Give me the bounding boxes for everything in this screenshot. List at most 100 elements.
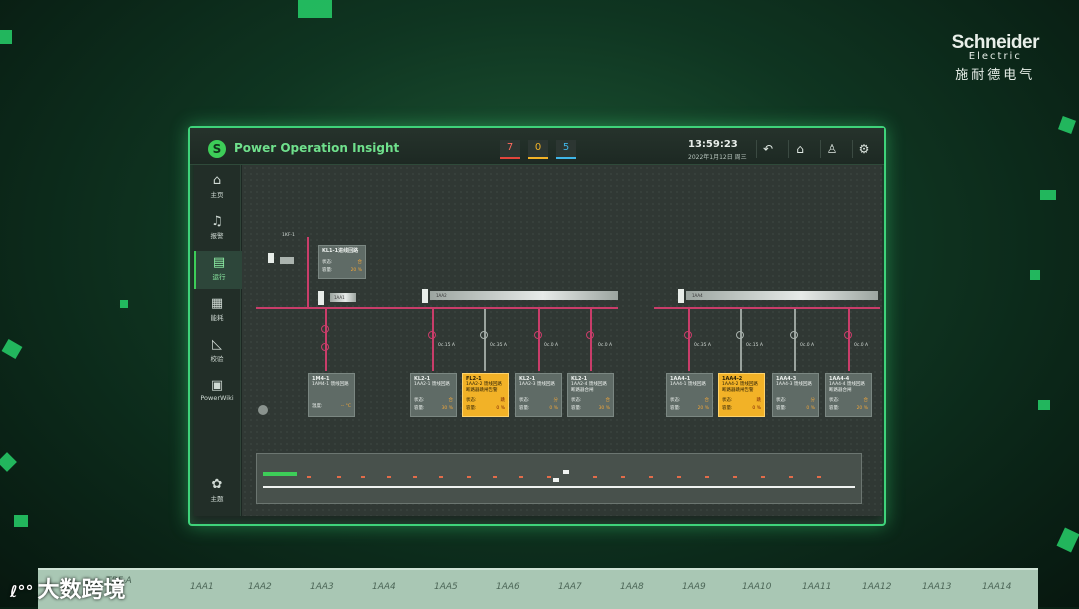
keyboard-key: 1AA3 xyxy=(310,582,334,592)
feeder-node-icon[interactable] xyxy=(428,331,436,339)
feeder-line xyxy=(794,309,796,371)
timeline-event[interactable] xyxy=(307,476,311,478)
feeder-node-icon[interactable] xyxy=(534,331,542,339)
feeder-line xyxy=(325,309,327,371)
busbar-1AA1-label: 1AA1 xyxy=(334,295,345,300)
feeder-card[interactable]: 1AA4-3 1AA4-3 馈线回路 状态: 分 容量: 0 % xyxy=(772,373,819,417)
busbar-2-breaker[interactable] xyxy=(422,289,428,303)
timeline-event[interactable] xyxy=(705,476,709,478)
app-logo-icon: S xyxy=(208,140,226,158)
feeder-line xyxy=(688,309,690,371)
timeline-event[interactable] xyxy=(387,476,391,478)
feeder-node-icon[interactable] xyxy=(736,331,744,339)
busbar-4-breaker[interactable] xyxy=(678,289,684,303)
feeder-node-icon[interactable] xyxy=(586,331,594,339)
feeder-card[interactable]: 1M4-1 1AM4-1 馈线回路 温度: -- °C xyxy=(308,373,355,417)
incomer-card[interactable]: KL1-1进线回路 状态: 合 容量: 20 % xyxy=(318,245,366,279)
watermark: ℓ°° 大数跨境 xyxy=(10,578,126,603)
clock-time: 13:59:23 xyxy=(688,139,738,150)
sidebar-item-alarm[interactable]: ♫ 报警 xyxy=(194,210,240,248)
battery-icon: ▤ xyxy=(212,255,226,270)
timeline-event[interactable] xyxy=(677,476,681,478)
watermark-logo-icon: ℓ°° xyxy=(10,582,34,601)
timeline-event[interactable] xyxy=(547,476,551,478)
book-icon: ▣ xyxy=(210,378,224,393)
timeline-event[interactable] xyxy=(817,476,821,478)
timeline-event[interactable] xyxy=(761,476,765,478)
alarm-warning-badge[interactable]: 0 xyxy=(528,140,548,159)
timeline-event[interactable] xyxy=(789,476,793,478)
incomer-breaker-icon[interactable] xyxy=(268,253,274,263)
feeder-line xyxy=(538,309,540,371)
feeder-node-icon[interactable] xyxy=(790,331,798,339)
home-icon[interactable]: ⌂ xyxy=(788,140,811,158)
feeder-card[interactable]: KL2-1 1AA2-3 馈线回路 状态: 分 容量: 0 % xyxy=(515,373,562,417)
feeder-card[interactable]: KL2-1 1AA2-1 馈线回路 状态: 合 容量: 30 % xyxy=(410,373,457,417)
feeder-line xyxy=(590,309,592,371)
busbar-1AA4-label: 1AA4 xyxy=(692,293,703,298)
keyboard-key: 1AA9 xyxy=(682,582,706,592)
timeline-marker[interactable] xyxy=(553,478,559,482)
feeder-current: 0c.0 A xyxy=(598,343,613,348)
timeline-event[interactable] xyxy=(439,476,443,478)
timeline-event[interactable] xyxy=(593,476,597,478)
feeder-current: 0c.0 A xyxy=(800,343,815,348)
timeline-event[interactable] xyxy=(733,476,737,478)
feeder-current: 0c.35 A xyxy=(694,343,712,348)
timeline-event[interactable] xyxy=(467,476,471,478)
keyboard-key: 1AA2 xyxy=(248,582,272,592)
undo-icon[interactable]: ↶ xyxy=(756,140,779,158)
timeline-event[interactable] xyxy=(493,476,497,478)
confetti-piece xyxy=(1038,400,1050,410)
keyboard-key: 1AA11 xyxy=(802,582,832,592)
feeder-card[interactable]: 1AA4-1 1AA4-1 馈线回路 状态: 合 容量: 20 % xyxy=(666,373,713,417)
feeder-node-icon[interactable] xyxy=(321,343,329,351)
confetti-piece xyxy=(1056,527,1079,553)
timeline-event[interactable] xyxy=(519,476,523,478)
clock-date: 2022年1月12日 周三 xyxy=(688,154,747,161)
feeder-current: 0c.0 A xyxy=(544,343,559,348)
incomer-meter-icon[interactable] xyxy=(280,257,294,264)
timeline-marker[interactable] xyxy=(563,470,569,474)
busbar-1-breaker[interactable] xyxy=(318,291,324,305)
confetti-piece xyxy=(1058,116,1076,134)
feeder-card-alarm[interactable]: FL2-1 1AA2-2 馈线回路断路器跳闸告警 状态: 跳 容量: 0 % xyxy=(462,373,509,417)
gear-icon[interactable]: ⚙ xyxy=(852,140,875,158)
ruler-icon: ◺ xyxy=(212,337,222,352)
sidebar-item-powerwiki[interactable]: ▣ PowerWiki xyxy=(194,374,240,412)
feeder-card[interactable]: 1AA4-4 1AA4-4 馈线回路断路器合闸 状态: 合 容量: 20 % xyxy=(825,373,872,417)
single-line-diagram: 1KF-1 KL1-1进线回路 状态: 合 容量: 20 % 1AA1 1AA2 1… xyxy=(242,165,882,516)
feeder-card[interactable]: KL2-1 1AA2-4 馈线回路断路器合闸 状态: 合 容量: 30 % xyxy=(567,373,614,417)
confetti-piece xyxy=(1030,270,1040,280)
event-timeline[interactable] xyxy=(256,453,862,504)
timeline-event[interactable] xyxy=(621,476,625,478)
feeder-card-alarm[interactable]: 1AA4-2 1AA4-2 馈线回路断路器跳闸告警 状态: 跳 容量: 0 % xyxy=(718,373,765,417)
feeder-node-icon[interactable] xyxy=(321,325,329,333)
user-icon[interactable]: ♙ xyxy=(820,140,843,158)
confetti-piece xyxy=(14,515,28,527)
timeline-event[interactable] xyxy=(649,476,653,478)
sidebar-item-home[interactable]: ⌂ 主页 xyxy=(194,169,240,207)
feeder-node-icon[interactable] xyxy=(684,331,692,339)
timeline-event[interactable] xyxy=(337,476,341,478)
sidebar: ⌂ 主页 ♫ 报警 ▤ 运行 ▦ 能耗 ◺ 校验 ▣ PowerWiki ✿ 主… xyxy=(194,165,242,516)
keyboard-key: 1AA7 xyxy=(558,582,582,592)
sidebar-item-energy[interactable]: ▦ 能耗 xyxy=(194,292,240,330)
alarm-critical-badge[interactable]: 7 xyxy=(500,140,520,159)
home-icon: ⌂ xyxy=(212,173,222,188)
sidebar-item-calibration[interactable]: ◺ 校验 xyxy=(194,333,240,371)
feeder-node-icon[interactable] xyxy=(844,331,852,339)
timeline-event[interactable] xyxy=(361,476,365,478)
keyboard-key: 1AA13 xyxy=(922,582,952,592)
feeder-line xyxy=(484,309,486,371)
feeder-node-icon[interactable] xyxy=(480,331,488,339)
confetti-piece xyxy=(1040,190,1056,200)
busbar-1AA4 xyxy=(686,291,878,300)
zoom-reset-icon[interactable] xyxy=(258,405,268,415)
alarm-info-badge[interactable]: 5 xyxy=(556,140,576,159)
timeline-event[interactable] xyxy=(413,476,417,478)
keyboard-key: 1AA1 xyxy=(190,582,214,592)
sidebar-item-operation[interactable]: ▤ 运行 xyxy=(194,251,242,289)
palette-icon: ✿ xyxy=(211,477,223,492)
sidebar-item-theme[interactable]: ✿ 主题 xyxy=(194,473,240,511)
